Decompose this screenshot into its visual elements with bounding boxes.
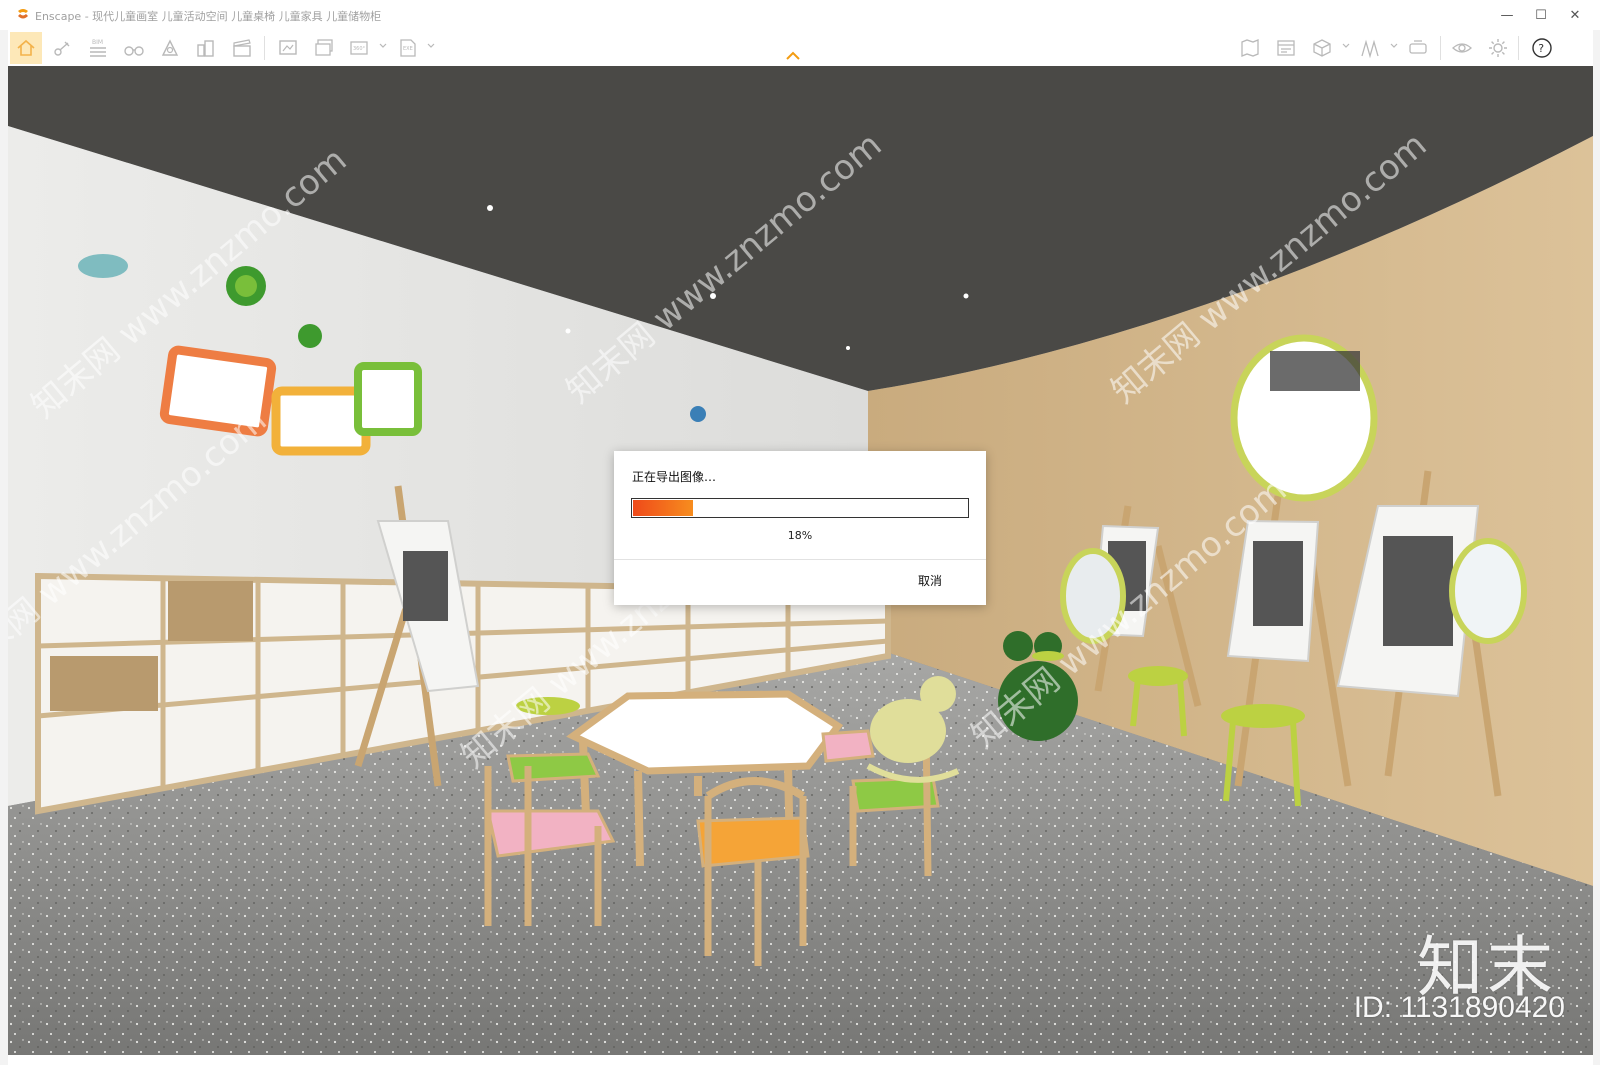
progress-fill (633, 500, 693, 516)
panorama-label: 360° (353, 46, 366, 52)
toolbar-divider (1518, 36, 1519, 60)
chevron-down-icon[interactable] (427, 42, 435, 50)
panorama-button[interactable]: 360° (344, 32, 376, 64)
buildings-button[interactable] (190, 32, 222, 64)
settings-button[interactable] (1482, 32, 1514, 64)
dialog-title: 正在导出图像… (632, 470, 717, 484)
export-progress-dialog: 正在导出图像… 18% 取消 (614, 451, 986, 605)
buildings-icon (197, 40, 214, 57)
export-progress-bar (631, 498, 969, 518)
binoculars-icon (124, 46, 144, 56)
screenshot-button[interactable] (272, 32, 304, 64)
export-exe-icon: EXE (400, 39, 416, 57)
exe-label: EXE (403, 46, 413, 52)
web-standalone-icon (1277, 40, 1295, 56)
window-border (1593, 30, 1600, 1065)
home-icon (17, 39, 35, 56)
chevron-down-icon[interactable] (1390, 42, 1398, 50)
batch-render-button[interactable] (308, 32, 340, 64)
gear-icon (1489, 39, 1507, 57)
chevron-up-icon[interactable] (786, 51, 800, 61)
window-title: Enscape - 现代儿童画室 儿童活动空间 儿童桌椅 儿童家具 儿童储物柜 (35, 10, 382, 23)
bim-label: BIM (92, 39, 103, 46)
views-button[interactable] (46, 32, 78, 64)
enscape-logo-icon (18, 9, 28, 19)
map-icon (1241, 39, 1259, 57)
progress-percent: 18% (787, 529, 813, 542)
vr-headset-button[interactable] (1402, 32, 1434, 64)
binoculars-button[interactable] (118, 32, 150, 64)
clapper-icon (233, 39, 251, 57)
background-window-edge (0, 30, 8, 1065)
batch-render-icon (315, 39, 333, 56)
chevron-down-icon[interactable] (379, 42, 387, 50)
cancel-button[interactable]: 取消 (918, 572, 942, 589)
material-button[interactable] (1354, 32, 1386, 64)
toolbar-divider (1440, 36, 1441, 60)
toolbar: BIM 360° EXE ? (8, 30, 1593, 67)
maximize-button[interactable]: ☐ (1524, 4, 1558, 26)
bim-icon: BIM (90, 39, 106, 57)
screenshot-icon (279, 40, 297, 55)
title-bar: Enscape - 现代儿童画室 儿童活动空间 儿童桌椅 儿童家具 儿童储物柜 … (0, 0, 1600, 30)
visual-settings-icon (1452, 43, 1472, 53)
atmosphere-icon (161, 39, 179, 56)
image-id-watermark: ID: 1131890420 (1353, 991, 1565, 1024)
help-label: ? (1538, 42, 1544, 55)
dialog-divider (614, 559, 986, 560)
visual-settings-button[interactable] (1446, 32, 1478, 64)
minimize-button[interactable]: — (1490, 4, 1524, 26)
chevron-down-icon[interactable] (1342, 42, 1350, 50)
export-exe-button[interactable]: EXE (392, 32, 424, 64)
home-button[interactable] (10, 32, 42, 64)
asset-library-button[interactable] (1306, 32, 1338, 64)
video-editor-button[interactable] (226, 32, 258, 64)
map-button[interactable] (1234, 32, 1266, 64)
vr-headset-icon (1409, 40, 1427, 54)
help-button[interactable]: ? (1526, 32, 1558, 64)
close-button[interactable]: ✕ (1558, 4, 1592, 26)
panorama-360-icon: 360° (350, 41, 368, 55)
material-icon (1361, 39, 1379, 59)
bim-button[interactable]: BIM (82, 32, 114, 64)
help-icon: ? (1532, 38, 1552, 58)
views-icon (54, 41, 70, 56)
web-standalone-button[interactable] (1270, 32, 1302, 64)
atmosphere-button[interactable] (154, 32, 186, 64)
toolbar-divider (264, 36, 265, 60)
asset-library-icon (1313, 39, 1331, 57)
